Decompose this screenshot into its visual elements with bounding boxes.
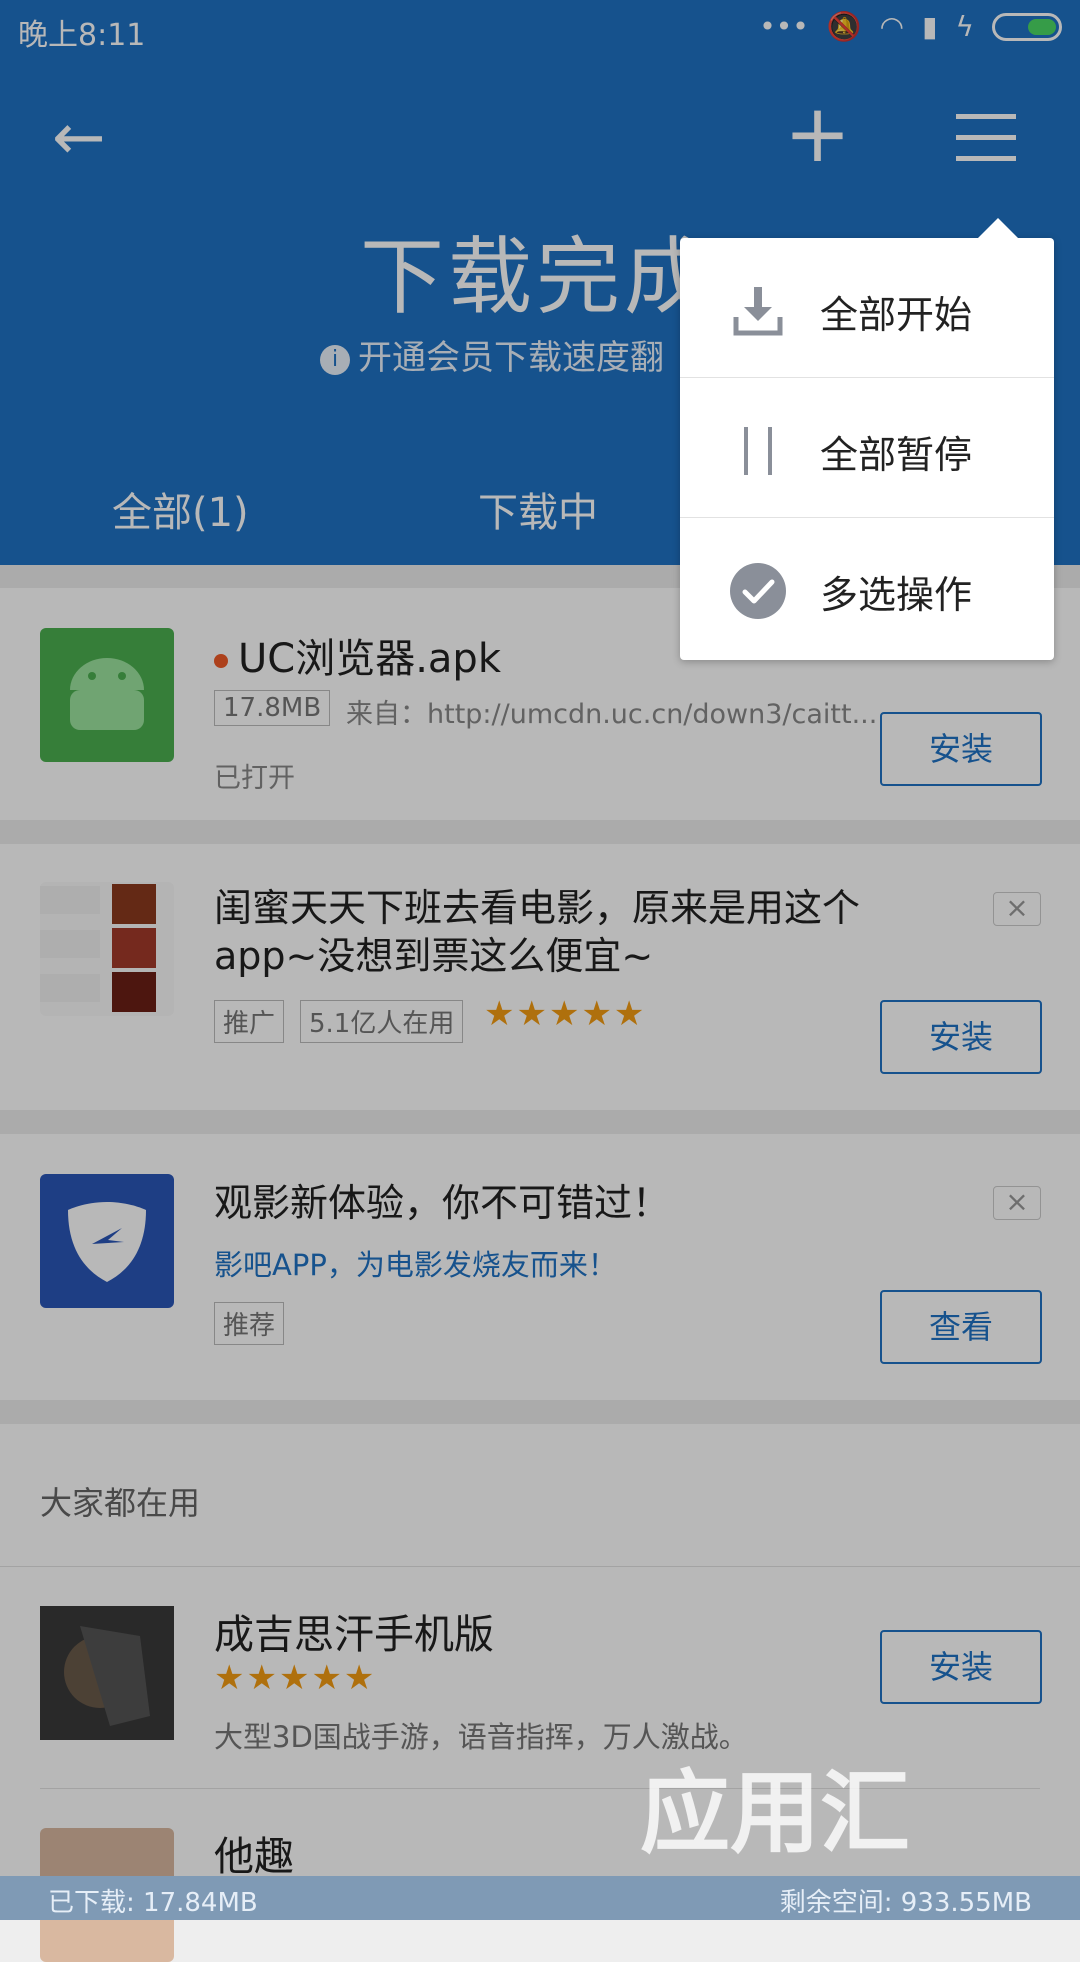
watermark-logo: 应用汇: [640, 1761, 910, 1866]
download-icon: [733, 287, 783, 336]
menu-label: 多选操作: [820, 573, 973, 617]
free-space: 剩余空间: 933.55MB: [779, 1888, 1032, 1918]
storage-bar: 已下载: 17.84MB 剩余空间: 933.55MB: [0, 1876, 1080, 1920]
menu-item-start-all[interactable]: 全部开始: [680, 238, 1054, 378]
downloaded-size: 已下载: 17.84MB: [48, 1888, 258, 1918]
menu-item-pause-all[interactable]: 全部暂停: [680, 378, 1054, 518]
menu-label: 全部暂停: [820, 433, 973, 477]
pause-icon: [744, 427, 772, 475]
check-circle-icon: [730, 563, 786, 619]
dropdown-menu: 全部开始 全部暂停 多选操作: [680, 218, 1054, 660]
menu-item-multi-select[interactable]: 多选操作: [680, 518, 1054, 658]
menu-label: 全部开始: [820, 293, 973, 337]
